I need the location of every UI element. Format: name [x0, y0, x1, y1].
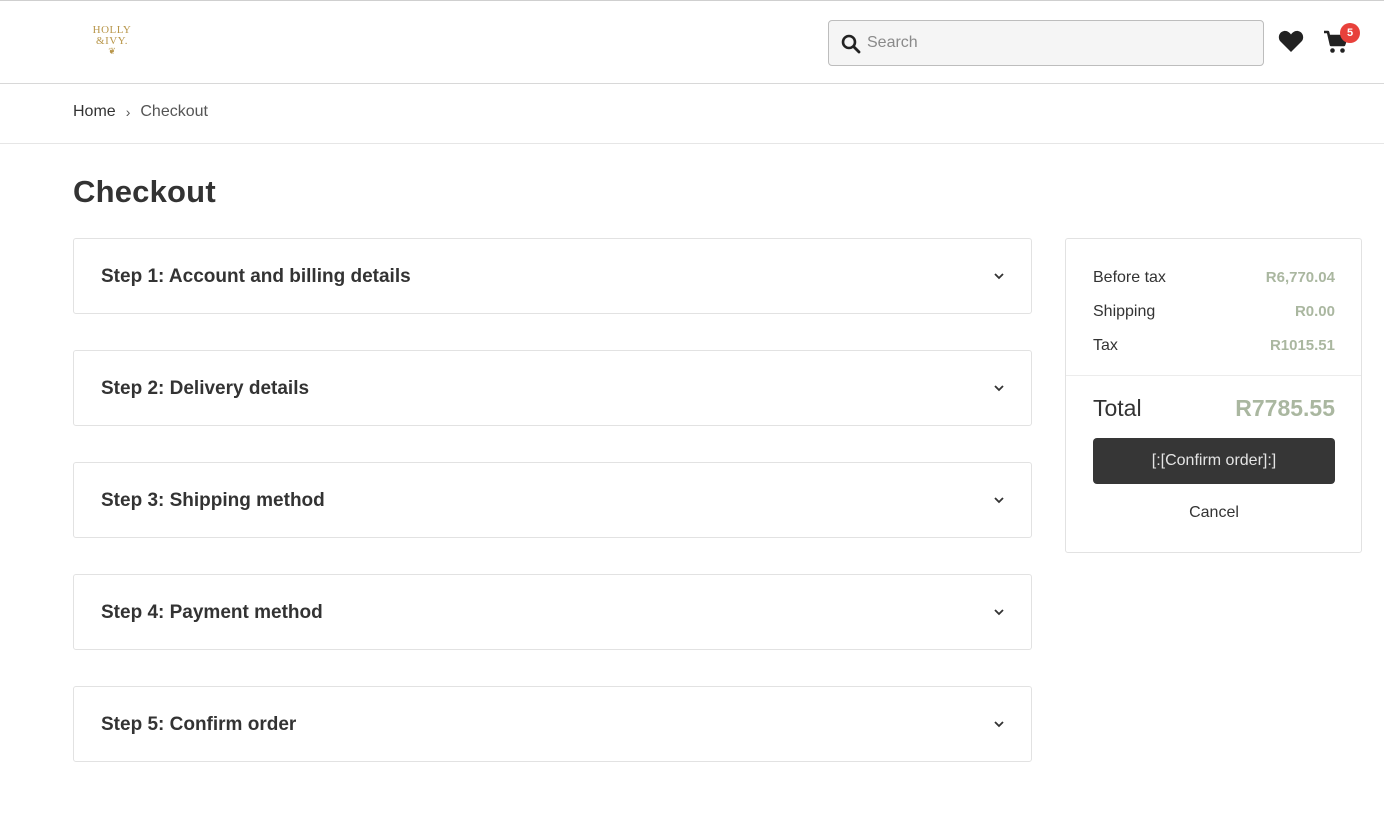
heart-icon[interactable] [1278, 29, 1304, 53]
step-title: Step 2: Delivery details [101, 378, 310, 399]
step-title: Step 3: Shipping method [101, 490, 325, 511]
step-payment-method[interactable]: Step 4: Payment method [73, 574, 1032, 650]
breadcrumb-home-link[interactable]: Home [73, 103, 116, 121]
shipping-row: Shipping R0.00 [1093, 303, 1335, 321]
page-title: Checkout [73, 174, 216, 209]
chevron-down-icon[interactable] [993, 270, 1005, 282]
total-value: R7785.55 [1235, 395, 1335, 421]
total-label: Total [1093, 395, 1142, 421]
step-title: Step 5: Confirm order [101, 714, 297, 735]
confirm-order-button[interactable]: [:[Confirm order]:] [1093, 438, 1335, 484]
logo-leaf-icon: ❦ [108, 46, 116, 56]
chevron-down-icon[interactable] [993, 382, 1005, 394]
breadcrumb-current: Checkout [140, 103, 208, 120]
before-tax-label: Before tax [1093, 269, 1166, 286]
holly-ivy-logo[interactable]: HOLLY &IVY. ❦ [86, 25, 138, 61]
tax-label: Tax [1093, 337, 1118, 354]
step-title: Step 4: Payment method [101, 602, 323, 623]
summary-divider [1066, 375, 1361, 376]
shipping-value: R0.00 [1294, 303, 1335, 320]
before-tax-row: Before tax R6,770.04 [1093, 269, 1335, 287]
search-icon[interactable] [841, 34, 861, 54]
search-box[interactable] [828, 20, 1264, 66]
order-summary: Before tax R6,770.04 Shipping R0.00 Tax … [1065, 238, 1362, 553]
step-confirm-order[interactable]: Step 5: Confirm order [73, 686, 1032, 762]
step-shipping-method[interactable]: Step 3: Shipping method [73, 462, 1032, 538]
chevron-down-icon[interactable] [993, 718, 1005, 730]
total-row: Total R7785.55 [1093, 395, 1335, 422]
chevron-right-icon: › [125, 104, 131, 120]
step-account-billing[interactable]: Step 1: Account and billing details [73, 238, 1032, 314]
chevron-down-icon[interactable] [993, 606, 1005, 618]
shipping-label: Shipping [1093, 303, 1156, 320]
before-tax-value: R6,770.04 [1265, 269, 1335, 286]
breadcrumb: Home › Checkout [73, 103, 208, 121]
cancel-link[interactable]: Cancel [1093, 504, 1335, 522]
step-title: Step 1: Account and billing details [101, 266, 411, 287]
tax-value: R1015.51 [1269, 337, 1335, 354]
site-header: HOLLY &IVY. ❦ 5 [0, 0, 1384, 84]
tax-row: Tax R1015.51 [1093, 337, 1335, 355]
cart-count-badge: 5 [1340, 23, 1360, 43]
search-input[interactable] [867, 21, 1257, 65]
step-delivery-details[interactable]: Step 2: Delivery details [73, 350, 1032, 426]
chevron-down-icon[interactable] [993, 494, 1005, 506]
